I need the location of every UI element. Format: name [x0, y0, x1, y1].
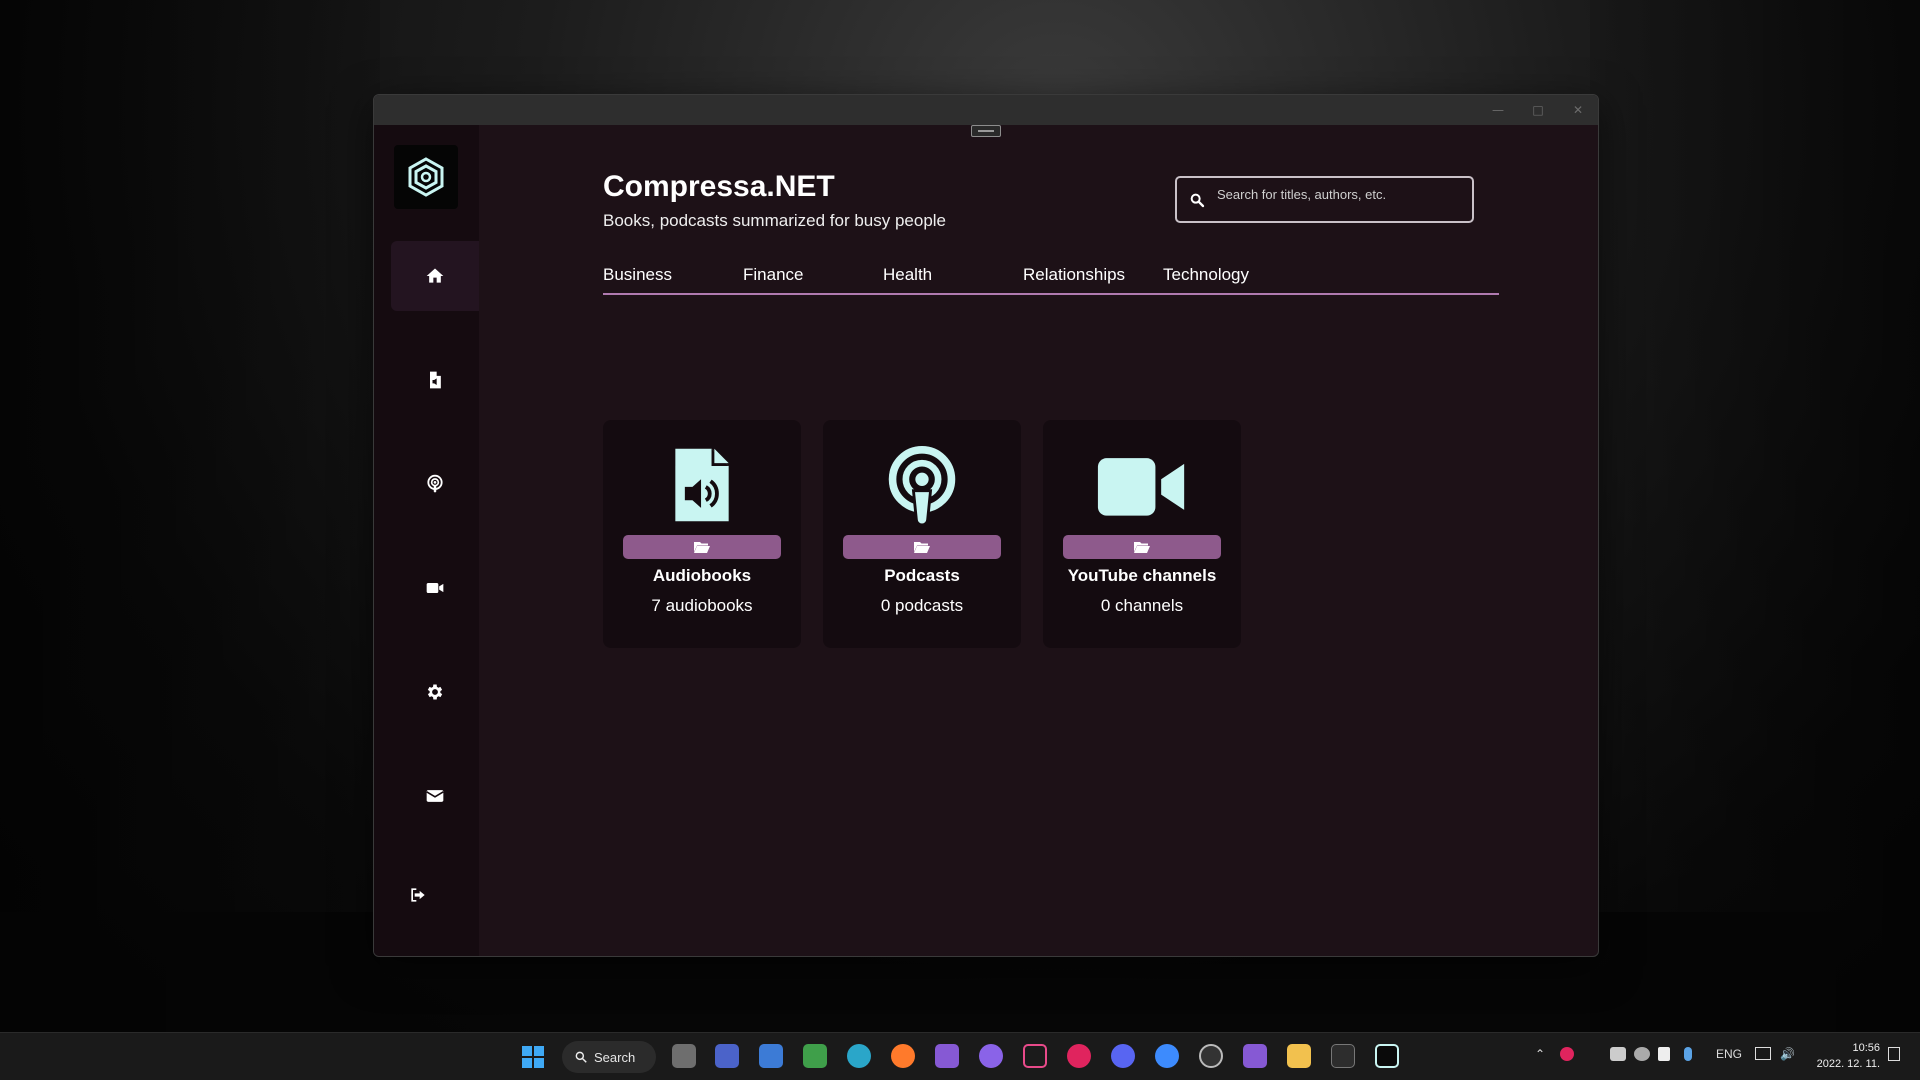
home-icon	[426, 268, 444, 283]
tab-health[interactable]: Health	[883, 265, 932, 285]
app-subtitle: Books, podcasts summarized for busy peop…	[603, 211, 947, 230]
envelope-icon	[426, 790, 444, 802]
card-count: 0 podcasts	[880, 596, 964, 615]
chevron-up-icon[interactable]: ⌃	[1535, 1047, 1545, 1061]
folder-open-icon	[694, 542, 710, 553]
clock-time: 10:56	[1852, 1042, 1880, 1054]
security-tray-icon[interactable]	[1658, 1047, 1670, 1061]
card-count: 0 channels	[1100, 596, 1184, 615]
media-player-icon[interactable]	[1067, 1044, 1091, 1068]
tray-app-icon[interactable]	[1560, 1047, 1574, 1061]
search-icon	[575, 1051, 587, 1063]
cloud-tray-icon[interactable]	[1634, 1047, 1650, 1061]
clock[interactable]: 10:56 2022. 12. 11.	[1817, 1040, 1880, 1072]
sidebar-item-settings[interactable]	[391, 657, 479, 727]
sidebar-item-podcasts[interactable]	[391, 449, 479, 519]
sidebar-item-logout[interactable]	[374, 860, 462, 930]
sidebar	[374, 125, 479, 956]
card-title: Podcasts	[884, 566, 960, 585]
floppy-app-icon[interactable]	[715, 1044, 739, 1068]
task-view-icon[interactable]	[672, 1044, 696, 1068]
terminal-app-icon[interactable]	[1331, 1044, 1355, 1068]
video-camera-icon	[426, 583, 444, 593]
start-button[interactable]	[522, 1046, 544, 1068]
tab-relationships[interactable]: Relationships	[1023, 265, 1125, 285]
card-title: Audiobooks	[652, 566, 752, 585]
maximize-button[interactable]: □	[1518, 95, 1558, 125]
close-button[interactable]: ✕	[1558, 95, 1598, 125]
card-title: YouTube channels	[1067, 566, 1217, 585]
title-bar[interactable]: — □ ✕	[374, 95, 1598, 125]
clock-date: 2022. 12. 11.	[1816, 1058, 1880, 1070]
chrome-browser-icon[interactable]	[1199, 1044, 1223, 1068]
app-logo	[394, 145, 458, 209]
card-audiobooks[interactable]: Audiobooks 7 audiobooks	[603, 420, 801, 648]
visual-studio-icon[interactable]	[935, 1044, 959, 1068]
folder-open-icon	[1134, 542, 1150, 553]
taskbar: Search ⌃ ENG 🔊 10:56 2022. 12. 11.	[0, 1032, 1920, 1080]
sidebar-item-home[interactable]	[391, 241, 479, 311]
remote-desktop-icon[interactable]	[759, 1044, 783, 1068]
language-indicator[interactable]: ENG	[1716, 1047, 1742, 1061]
minimize-button[interactable]: —	[1478, 95, 1518, 125]
drag-handle[interactable]	[971, 125, 1001, 137]
network-icon[interactable]	[1755, 1047, 1771, 1060]
taskbar-search-label: Search	[594, 1049, 636, 1065]
jetbrains-rider-icon[interactable]	[1023, 1044, 1047, 1068]
discord-tray-icon[interactable]	[1610, 1047, 1626, 1061]
sidebar-item-messages[interactable]	[391, 761, 479, 831]
taskbar-search-button[interactable]: Search	[562, 1041, 656, 1073]
app-title: Compressa.NET	[603, 170, 835, 203]
file-explorer-icon[interactable]	[1287, 1044, 1311, 1068]
window-controls: — □ ✕	[1478, 95, 1598, 125]
github-desktop-icon[interactable]	[979, 1044, 1003, 1068]
video-camera-icon	[1043, 445, 1241, 525]
podcast-icon	[823, 445, 1021, 525]
tab-technology[interactable]: Technology	[1163, 265, 1249, 285]
sidebar-item-audiobooks[interactable]	[391, 345, 479, 415]
folder-open-icon	[914, 542, 930, 553]
audio-file-icon	[430, 371, 441, 389]
sidebar-item-videos[interactable]	[391, 553, 479, 623]
audio-file-icon	[603, 445, 801, 525]
search-box[interactable]	[1175, 176, 1474, 223]
search-input[interactable]	[1217, 187, 1457, 202]
discord-app-icon[interactable]	[1111, 1044, 1135, 1068]
category-tabs: Business Finance Health Relationships Te…	[603, 265, 1499, 295]
notification-icon[interactable]	[1888, 1047, 1900, 1061]
tab-finance[interactable]: Finance	[743, 265, 803, 285]
firefox-browser-icon[interactable]	[891, 1044, 915, 1068]
chat-app-icon[interactable]	[1155, 1044, 1179, 1068]
hexagon-logo-icon	[408, 157, 444, 197]
microphone-icon[interactable]	[1684, 1047, 1692, 1061]
card-podcasts[interactable]: Podcasts 0 podcasts	[823, 420, 1021, 648]
card-count: 7 audiobooks	[651, 596, 753, 615]
tab-business[interactable]: Business	[603, 265, 672, 285]
edge-browser-icon[interactable]	[847, 1044, 871, 1068]
volume-icon[interactable]: 🔊	[1780, 1047, 1795, 1061]
notepad-app-icon[interactable]	[803, 1044, 827, 1068]
app-window: — □ ✕ Compressa.NET Books, podcasts summ…	[373, 94, 1599, 957]
podcast-icon	[427, 474, 443, 493]
open-folder-button[interactable]	[623, 535, 781, 559]
open-folder-button[interactable]	[1063, 535, 1221, 559]
visual-studio-code-icon[interactable]	[1243, 1044, 1267, 1068]
compressa-app-icon[interactable]	[1375, 1044, 1399, 1068]
open-folder-button[interactable]	[843, 535, 1001, 559]
gear-icon	[427, 684, 443, 700]
search-icon	[1177, 192, 1217, 208]
card-youtube-channels[interactable]: YouTube channels 0 channels	[1043, 420, 1241, 648]
sign-out-icon	[411, 888, 425, 902]
